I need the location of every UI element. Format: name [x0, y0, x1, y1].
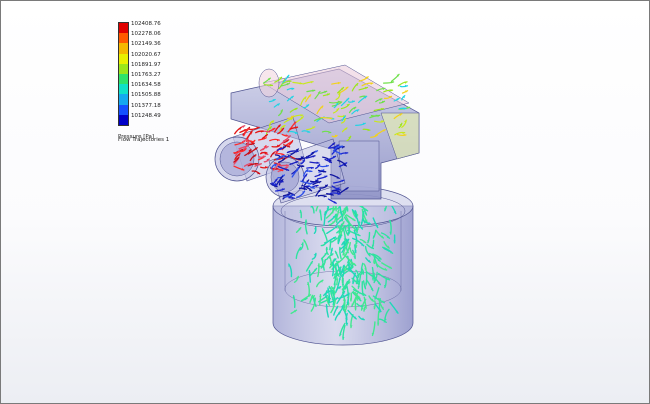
graphics-viewport[interactable]: 102408.76 102278.06 102149.36 102020.67 1018… — [0, 0, 650, 404]
flow-simulation-model[interactable] — [1, 1, 649, 403]
trajectory-arrowhead — [405, 84, 408, 88]
